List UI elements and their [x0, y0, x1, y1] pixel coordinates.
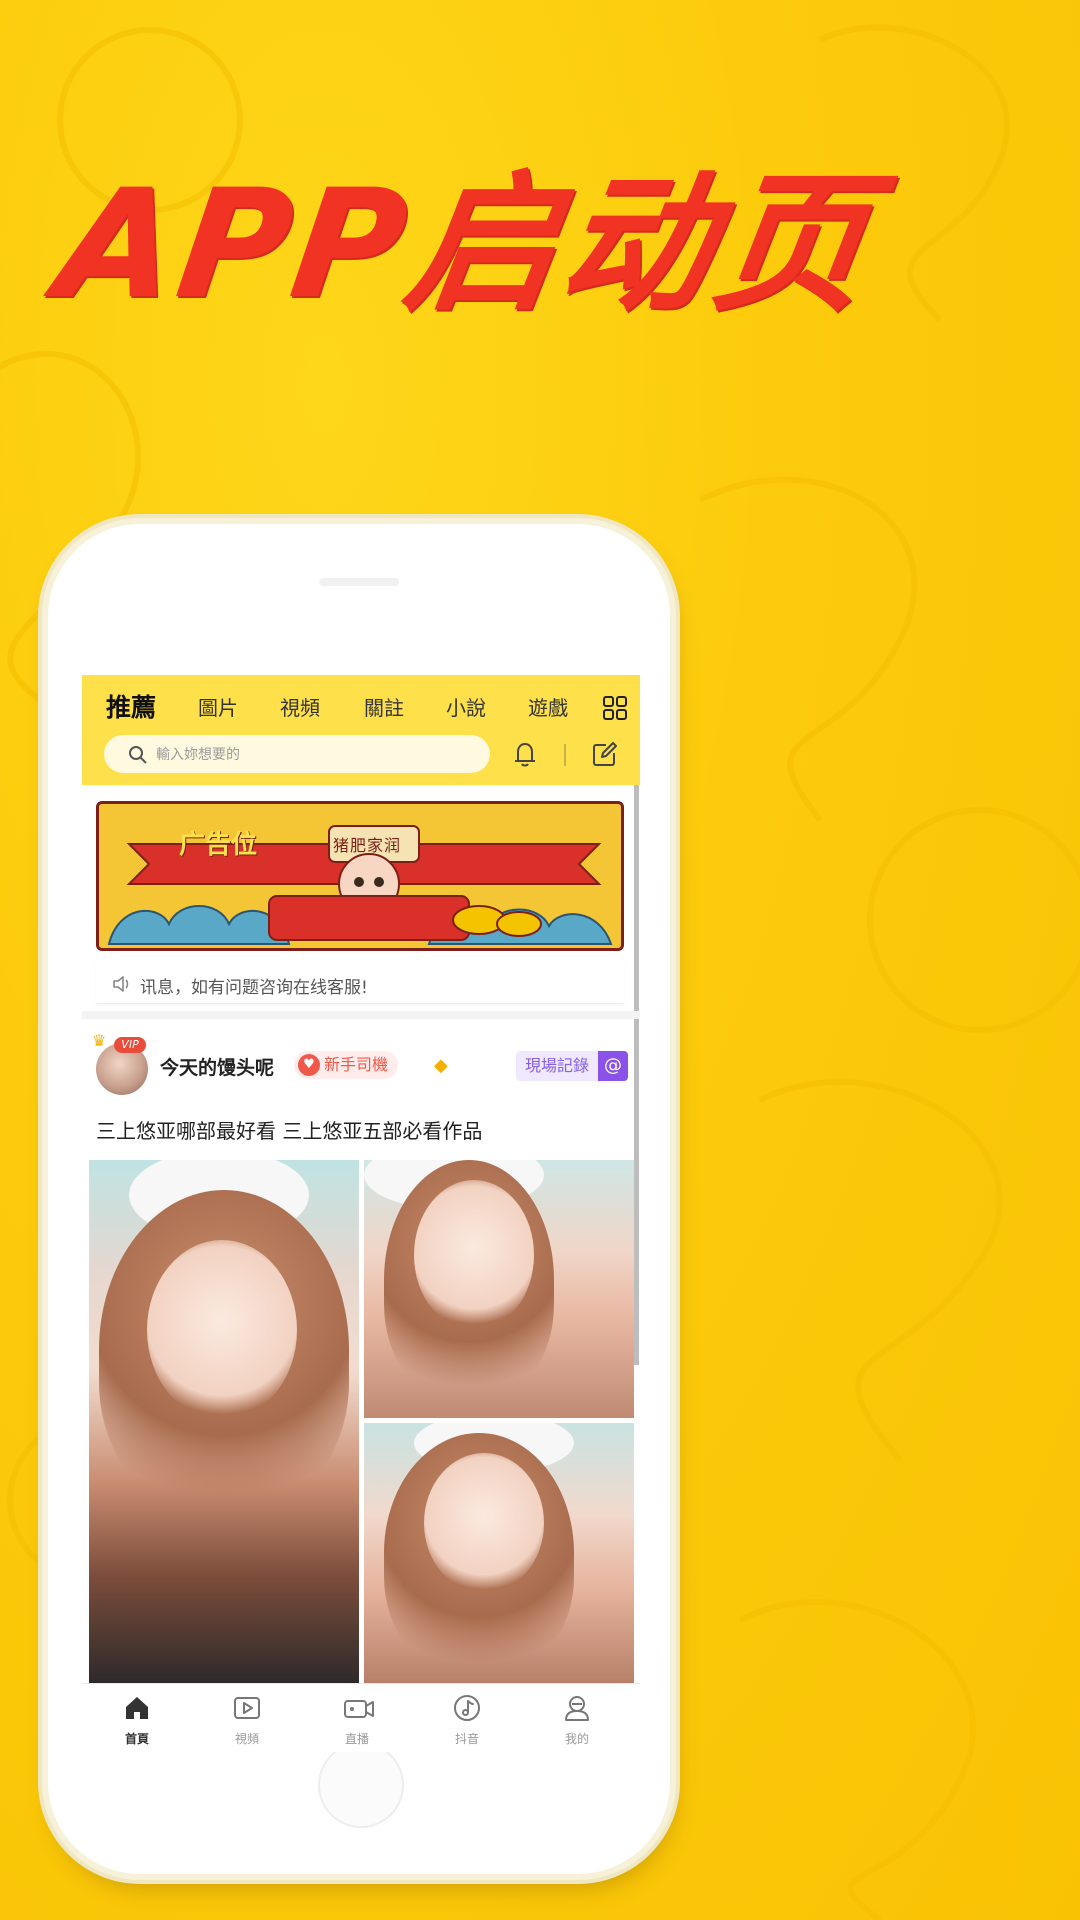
bell-icon[interactable]	[510, 739, 540, 769]
post-photo-3[interactable]	[364, 1423, 634, 1683]
nav-video[interactable]: 視頻	[192, 1684, 302, 1752]
nav-live[interactable]: 直播	[302, 1684, 412, 1752]
profile-icon	[565, 1696, 589, 1721]
section-divider	[82, 1011, 640, 1019]
face-shape	[147, 1240, 297, 1420]
nav-home-label: 首頁	[124, 1732, 149, 1746]
home-button[interactable]	[318, 1742, 404, 1828]
header-separator	[564, 744, 566, 766]
post-title[interactable]: 三上悠亚哪部最好看 三上悠亚五部必看作品	[96, 1115, 482, 1144]
nav-profile-label: 我的	[564, 1732, 589, 1746]
grid-menu-icon[interactable]	[602, 695, 628, 721]
tab-videos[interactable]: 視頻	[280, 689, 320, 727]
crown-icon: ♛	[92, 1031, 107, 1050]
tab-pictures[interactable]: 圖片	[198, 689, 238, 727]
heart-icon: ♥	[298, 1054, 320, 1076]
ad-label: 广告位	[179, 830, 258, 860]
username[interactable]: 今天的馒头呢	[160, 1053, 274, 1080]
app-screen: 推薦 圖片 視頻 關註 小說 遊戲 輸入妳想要的 广告位 猪肥家润 讯息，如有问…	[82, 675, 640, 1752]
video-icon	[234, 1697, 260, 1719]
diamond-icon: ◆	[434, 1055, 448, 1076]
home-icon	[126, 1697, 148, 1719]
phone-speaker	[319, 578, 399, 586]
tab-novels[interactable]: 小說	[446, 689, 486, 727]
headline-title: APP启动页	[47, 158, 883, 332]
record-tag-button[interactable]: 現場記錄	[516, 1051, 598, 1081]
level-badge-label: 新手司機	[324, 1055, 389, 1074]
music-note-icon	[454, 1695, 480, 1721]
nav-profile[interactable]: 我的	[522, 1684, 632, 1752]
nav-douyin[interactable]: 抖音	[412, 1684, 522, 1752]
bottom-navigation: 首頁 視頻 直播 抖音 我的	[82, 1683, 640, 1752]
feed-content: 广告位 猪肥家润 讯息，如有问题咨询在线客服! ♛ VIP 今天的馒头呢 ♥ 新…	[82, 785, 640, 1683]
face-shape	[424, 1453, 544, 1593]
post-photo-1[interactable]	[89, 1160, 359, 1683]
search-bar[interactable]	[104, 735, 490, 773]
search-icon	[129, 746, 147, 764]
search-input[interactable]	[154, 739, 478, 771]
category-tabs: 推薦 圖片 視頻 關註 小說 遊戲	[82, 689, 640, 727]
mention-button[interactable]: @	[598, 1051, 628, 1081]
top-header: 推薦 圖片 視頻 關註 小說 遊戲	[82, 675, 640, 785]
speaker-icon	[113, 976, 129, 992]
level-badge: ♥ 新手司機	[294, 1051, 399, 1079]
post-photo-2[interactable]	[364, 1160, 634, 1418]
face-shape	[414, 1180, 534, 1330]
live-camera-icon	[344, 1700, 374, 1718]
nav-douyin-label: 抖音	[454, 1732, 479, 1746]
vip-badge: VIP	[114, 1037, 146, 1053]
nav-home[interactable]: 首頁	[82, 1684, 192, 1752]
nav-live-label: 直播	[344, 1732, 369, 1746]
banner-illustration	[99, 804, 621, 948]
tab-games[interactable]: 遊戲	[528, 689, 568, 727]
ad-sign: 猪肥家润	[333, 836, 402, 855]
nav-video-label: 視頻	[234, 1732, 259, 1746]
notice-bar[interactable]: 讯息，如有问题咨询在线客服!	[96, 963, 624, 1004]
post-header: ♛ VIP 今天的馒头呢 ♥ 新手司機 ◆ 現場記錄 @	[82, 1019, 640, 1101]
edit-icon[interactable]	[590, 739, 620, 769]
ad-banner[interactable]: 广告位 猪肥家润	[96, 801, 624, 951]
notice-text: 讯息，如有问题咨询在线客服!	[140, 978, 368, 998]
tab-recommended[interactable]: 推薦	[106, 689, 156, 727]
tab-following[interactable]: 關註	[364, 689, 404, 727]
